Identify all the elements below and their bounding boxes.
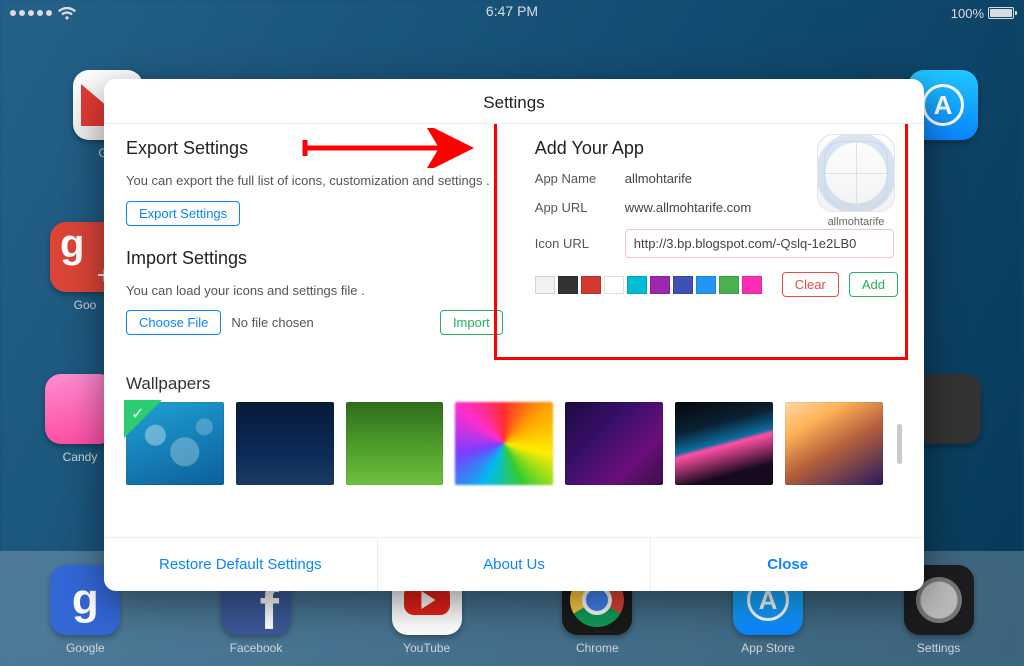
- color-swatch-2[interactable]: [581, 276, 601, 294]
- about-us-button[interactable]: About Us: [378, 538, 652, 591]
- status-bar: 6:47 PM 100%: [0, 0, 1024, 26]
- export-note: You can export the full list of icons, c…: [126, 171, 503, 191]
- color-swatch-3[interactable]: [604, 276, 624, 294]
- wallpaper-thumb-7[interactable]: [785, 402, 883, 485]
- wallpaper-thumb-2[interactable]: [236, 402, 334, 485]
- app-url-label: App URL: [535, 200, 625, 215]
- app-url-value[interactable]: www.allmohtarife.com: [625, 200, 751, 215]
- battery-indicator: 100%: [951, 6, 1014, 21]
- wifi-icon: [58, 7, 76, 20]
- signal-icon: [10, 10, 52, 16]
- color-swatch-0[interactable]: [535, 276, 555, 294]
- file-status: No file chosen: [231, 315, 313, 330]
- color-swatch-1[interactable]: [558, 276, 578, 294]
- color-swatch-5[interactable]: [650, 276, 670, 294]
- app-preview-label: allmohtarife: [812, 216, 900, 228]
- modal-title: Settings: [104, 79, 924, 124]
- export-settings-button[interactable]: Export Settings: [126, 201, 240, 226]
- wallpaper-scrollbar[interactable]: [897, 424, 902, 464]
- restore-defaults-button[interactable]: Restore Default Settings: [104, 538, 378, 591]
- app-preview-icon: [817, 134, 895, 212]
- import-heading: Import Settings: [126, 248, 503, 269]
- color-swatch-9[interactable]: [742, 276, 762, 294]
- import-note: You can load your icons and settings fil…: [126, 281, 503, 301]
- app-name-label: App Name: [535, 171, 625, 186]
- wallpaper-list: [126, 402, 902, 485]
- icon-url-input[interactable]: [625, 229, 894, 258]
- app-icon-preview: allmohtarife: [812, 134, 900, 228]
- battery-pct: 100%: [951, 6, 984, 21]
- status-time: 6:47 PM: [486, 3, 538, 19]
- import-button[interactable]: Import: [440, 310, 503, 335]
- icon-url-label: Icon URL: [535, 236, 625, 251]
- color-swatch-row: [535, 276, 762, 294]
- close-button[interactable]: Close: [651, 538, 924, 591]
- app-label: App Store: [730, 641, 806, 655]
- app-label: Chrome: [559, 641, 635, 655]
- wallpaper-thumb-3[interactable]: [346, 402, 444, 485]
- color-swatch-6[interactable]: [673, 276, 693, 294]
- app-label: Settings: [901, 641, 977, 655]
- app-name-value[interactable]: allmohtarife: [625, 171, 692, 186]
- color-swatch-4[interactable]: [627, 276, 647, 294]
- wallpaper-thumb-5[interactable]: [565, 402, 663, 485]
- color-swatch-8[interactable]: [719, 276, 739, 294]
- add-button[interactable]: Add: [849, 272, 898, 297]
- export-heading: Export Settings: [126, 138, 503, 159]
- app-label: Facebook: [218, 641, 294, 655]
- clear-button[interactable]: Clear: [782, 272, 839, 297]
- settings-modal: Settings Export Settings You can export …: [104, 79, 924, 591]
- app-label: YouTube: [389, 641, 465, 655]
- choose-file-button[interactable]: Choose File: [126, 310, 221, 335]
- wallpaper-thumb-4[interactable]: [455, 402, 553, 485]
- modal-footer: Restore Default Settings About Us Close: [104, 537, 924, 591]
- wallpaper-thumb-6[interactable]: [675, 402, 773, 485]
- wallpapers-heading: Wallpapers: [126, 374, 902, 394]
- app-label: Google: [47, 641, 123, 655]
- wallpaper-thumb-1[interactable]: [126, 402, 224, 485]
- color-swatch-7[interactable]: [696, 276, 716, 294]
